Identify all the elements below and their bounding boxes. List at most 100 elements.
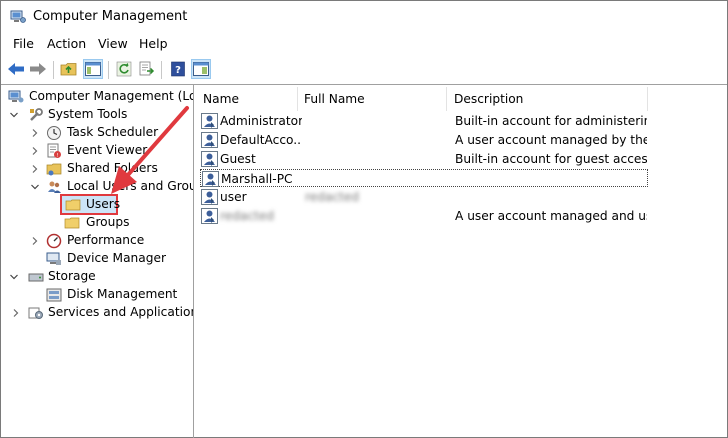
user-icon [201, 208, 218, 224]
list-item[interactable]: user redacted [201, 188, 647, 206]
user-description: A user account managed and use... [455, 209, 647, 223]
svg-text:?: ? [175, 65, 181, 76]
export-list-button[interactable] [137, 59, 157, 79]
tree-item-storage[interactable]: Storage [1, 268, 193, 286]
show-hide-console-tree-button[interactable] [83, 59, 103, 79]
users-group-icon [48, 181, 61, 193]
action-pane-icon [193, 62, 209, 76]
tree-item-performance[interactable]: Performance [1, 232, 193, 250]
column-header-full-name[interactable]: Full Name [304, 92, 365, 106]
title-bar: Computer Management [1, 1, 727, 33]
user-name: Administrator [220, 114, 302, 128]
user-icon [201, 113, 218, 129]
user-description: Built-in account for administering... [455, 114, 647, 128]
tree-label: Task Scheduler [67, 125, 159, 139]
services-icon [28, 307, 43, 319]
computer-management-icon [8, 90, 24, 103]
tree-label: Disk Management [67, 287, 178, 301]
user-description: Built-in account for guest access t... [455, 152, 647, 166]
tree-item-disk-management[interactable]: Disk Management [1, 286, 193, 304]
system-tools-icon [30, 108, 43, 121]
window-title: Computer Management [33, 9, 188, 24]
tree-label: Users [86, 197, 121, 211]
help-book-icon: ? [171, 61, 185, 77]
list-item[interactable]: Administrator Built-in account for admin… [201, 112, 647, 130]
tree-label: Shared Folders [67, 161, 158, 175]
tree-label: System Tools [48, 107, 128, 121]
user-full-name-redacted: redacted [305, 190, 360, 204]
menu-bar: File Action View Help [1, 33, 727, 55]
tree-label: Services and Applications [48, 305, 194, 319]
chevron-right-icon[interactable] [11, 308, 21, 318]
menu-file[interactable]: File [13, 36, 34, 51]
chevron-right-icon[interactable] [30, 236, 40, 246]
device-manager-icon [46, 252, 61, 265]
folder-icon [65, 199, 81, 211]
folder-icon [64, 217, 80, 229]
column-header-description[interactable]: Description [454, 92, 523, 106]
main-content: Computer Management (Local System Tools … [1, 84, 727, 438]
tree-label: Device Manager [67, 251, 166, 265]
list-item[interactable]: Guest Built-in account for guest access … [201, 150, 647, 168]
user-name: DefaultAcco... [220, 133, 302, 147]
computer-management-icon [10, 10, 26, 23]
console-tree-icon [85, 62, 101, 76]
chevron-right-icon[interactable] [30, 128, 40, 138]
user-name: Marshall-PC [221, 172, 293, 186]
menu-view[interactable]: View [98, 36, 128, 51]
clock-icon [47, 126, 61, 140]
back-arrow-icon [8, 63, 24, 75]
tree-item-event-viewer[interactable]: ! Event Viewer [1, 142, 193, 160]
column-header-name[interactable]: Name [203, 92, 239, 106]
export-list-icon [139, 61, 155, 76]
user-name-redacted: redacted [220, 209, 275, 223]
chevron-right-icon[interactable] [30, 146, 40, 156]
users-list-view: Name Full Name Description Administrator… [197, 85, 727, 438]
tree-item-device-manager[interactable]: Device Manager [1, 250, 193, 268]
show-hide-action-pane-button[interactable] [191, 59, 211, 79]
tree-label: Performance [67, 233, 145, 247]
chevron-right-icon[interactable] [30, 164, 40, 174]
tree-label: Event Viewer [67, 143, 148, 157]
tree-label: Groups [86, 215, 130, 229]
tree-item-users[interactable]: Users [60, 194, 121, 215]
user-icon [201, 151, 218, 167]
user-icon [201, 132, 218, 148]
storage-icon [28, 273, 44, 282]
chevron-down-icon[interactable] [9, 272, 19, 282]
tree-item-task-scheduler[interactable]: Task Scheduler [1, 124, 193, 142]
list-item[interactable]: DefaultAcco... A user account managed by… [201, 131, 647, 149]
chevron-down-icon[interactable] [30, 182, 40, 192]
chevron-down-icon[interactable] [9, 110, 19, 120]
forward-arrow-icon [30, 63, 46, 75]
tree-item-services-and-applications[interactable]: Services and Applications [1, 304, 194, 322]
tree-item-computer-management[interactable]: Computer Management (Local [1, 88, 193, 106]
tree-item-system-tools[interactable]: System Tools [1, 106, 193, 124]
forward-button[interactable] [28, 59, 48, 79]
disk-management-icon [46, 288, 62, 302]
shared-folder-icon [46, 163, 62, 176]
refresh-icon [116, 61, 132, 77]
tree-label: Computer Management (Local [29, 89, 193, 103]
up-one-level-button[interactable] [59, 59, 79, 79]
user-icon [201, 189, 218, 205]
list-item[interactable]: redacted A user account managed and use.… [201, 207, 647, 225]
help-button[interactable]: ? [168, 59, 188, 79]
menu-action[interactable]: Action [47, 36, 86, 51]
user-name: Guest [220, 152, 256, 166]
console-tree: Computer Management (Local System Tools … [1, 85, 194, 438]
tree-label: Storage [48, 269, 96, 283]
menu-help[interactable]: Help [139, 36, 168, 51]
tree-label: Local Users and Groups [67, 179, 193, 193]
svg-text:!: ! [56, 153, 58, 159]
refresh-button[interactable] [114, 59, 134, 79]
back-button[interactable] [6, 59, 26, 79]
toolbar: ? [1, 56, 727, 84]
list-item-focused[interactable]: Marshall-PC [200, 169, 648, 187]
performance-icon [46, 233, 62, 249]
computer-management-window: Computer Management File Action View Hel… [0, 0, 728, 438]
tree-item-shared-folders[interactable]: Shared Folders [1, 160, 193, 178]
tree-item-groups[interactable]: Groups [1, 214, 193, 232]
user-name: user [220, 190, 247, 204]
folder-up-icon [60, 63, 77, 76]
